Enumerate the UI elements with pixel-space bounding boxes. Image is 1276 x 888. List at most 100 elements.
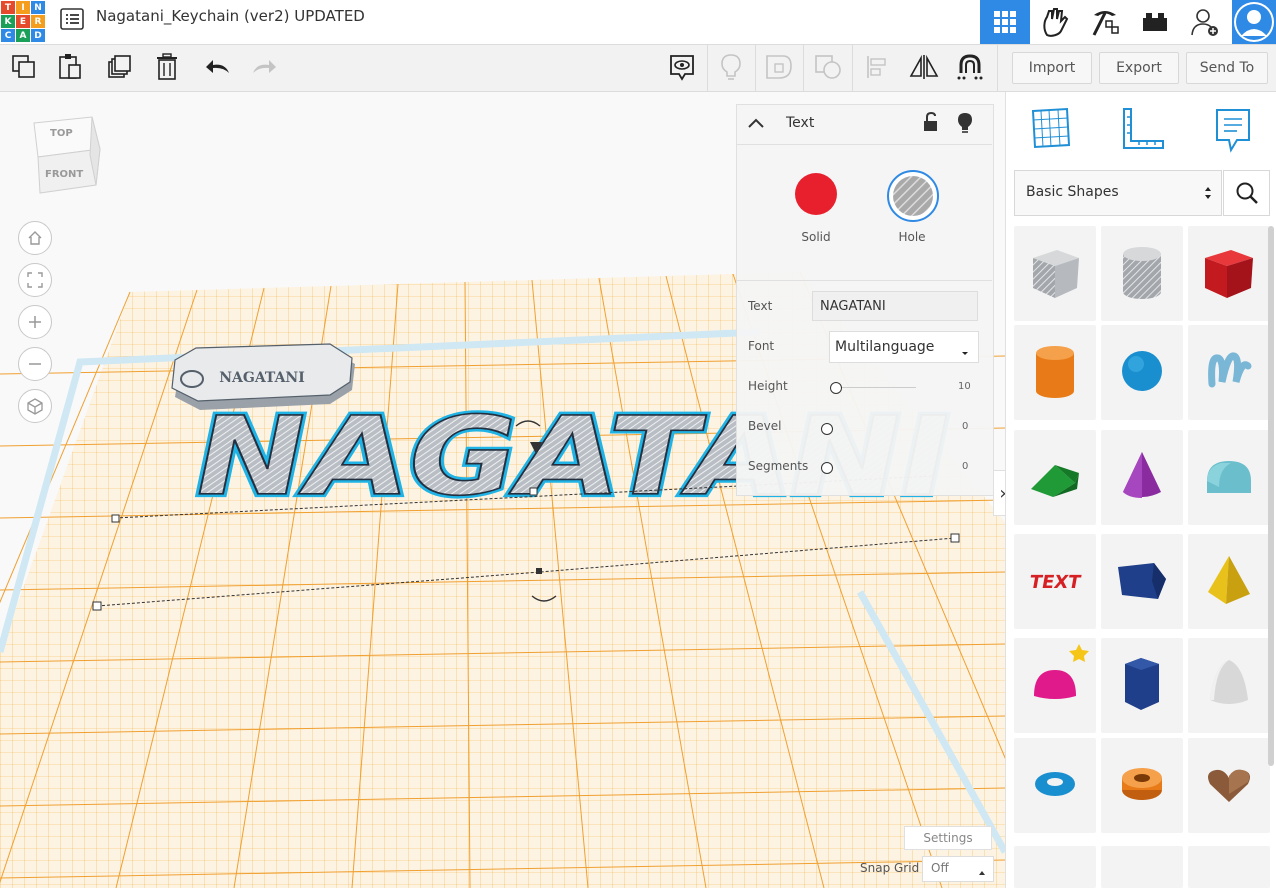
brick-icon[interactable] — [1130, 0, 1180, 44]
cylinder-icon — [1030, 341, 1080, 405]
ortho-icon[interactable] — [18, 389, 52, 423]
height-value: 10 — [958, 381, 971, 392]
shape-tile-sphere[interactable] — [1101, 325, 1183, 420]
snap-grid-select[interactable]: Off — [922, 856, 994, 882]
shape-tile-cone[interactable] — [1101, 430, 1183, 525]
search-icon[interactable] — [1223, 170, 1270, 216]
cylinder-hole-icon — [1117, 242, 1167, 306]
shape-tile-box-hole[interactable] — [1014, 226, 1096, 321]
redo-icon[interactable] — [242, 45, 286, 89]
logo-letter: E — [16, 15, 30, 28]
lightbulb-icon[interactable] — [956, 112, 974, 138]
align-icon[interactable] — [855, 45, 899, 89]
settings-button[interactable]: Settings — [904, 826, 992, 850]
collapse-chevron-icon[interactable] — [747, 115, 765, 134]
export-button[interactable]: Export — [1099, 52, 1179, 84]
view-cube[interactable]: TOP FRONT — [30, 115, 105, 195]
logo-letter: K — [1, 15, 15, 28]
viewcube-top-label: TOP — [50, 128, 73, 139]
text-icon: TEXT — [1027, 560, 1083, 604]
duplicate-icon[interactable] — [98, 45, 142, 89]
import-button[interactable]: Import — [1012, 52, 1092, 84]
group-icon[interactable] — [757, 45, 801, 89]
logo-letter: R — [31, 15, 45, 28]
polygon-icon — [1114, 555, 1170, 609]
delete-icon[interactable] — [145, 45, 189, 89]
hole-swatch[interactable] — [887, 170, 939, 222]
inspector-title: Text — [786, 115, 815, 131]
home-icon[interactable] — [18, 221, 52, 255]
bevel-field-label: Bevel — [748, 419, 782, 433]
shape-tile-partial[interactable] — [1188, 846, 1270, 888]
resize-handle[interactable] — [92, 601, 102, 611]
select-arrows-icon — [1203, 184, 1213, 206]
resize-handle[interactable] — [529, 487, 538, 496]
tube-icon — [1117, 764, 1167, 808]
notes-icon[interactable] — [1213, 107, 1253, 157]
shape-tile-partial[interactable] — [1014, 846, 1096, 888]
height-slider[interactable] — [832, 387, 916, 388]
shape-tile-torus[interactable] — [1014, 738, 1096, 833]
half-sphere-icon — [1030, 662, 1080, 710]
grid-view-icon[interactable] — [980, 0, 1030, 44]
undo-icon[interactable] — [196, 45, 240, 89]
hand-blocks-icon[interactable] — [1030, 0, 1080, 44]
document-title[interactable]: Nagatani_Keychain (ver2) UPDATED — [96, 7, 365, 25]
bevel-slider-knob[interactable] — [821, 423, 833, 435]
height-slider-knob[interactable] — [830, 382, 842, 394]
resize-handle[interactable] — [536, 568, 542, 574]
lightbulb-icon[interactable] — [709, 45, 753, 89]
shape-tile-polygon[interactable] — [1101, 534, 1183, 629]
paraboloid-icon — [1204, 656, 1254, 716]
shape-tile-text[interactable]: TEXT — [1014, 534, 1096, 629]
pyramid-icon — [1204, 552, 1254, 612]
scribble-icon — [1204, 346, 1254, 400]
segments-field-label: Segments — [748, 459, 809, 473]
shape-tile-cylinder-hole[interactable] — [1101, 226, 1183, 321]
segments-value: 0 — [962, 461, 969, 472]
shape-tile-heart[interactable] — [1188, 738, 1270, 833]
shapes-scrollbar[interactable] — [1268, 226, 1274, 766]
shape-tile-box[interactable] — [1188, 226, 1270, 321]
note-icon[interactable] — [660, 45, 704, 89]
zoom-in-icon[interactable] — [18, 305, 52, 339]
shape-tile-round-roof[interactable] — [1188, 430, 1270, 525]
paste-icon[interactable] — [48, 45, 92, 89]
zoom-out-icon[interactable] — [18, 347, 52, 381]
tinkercad-logo[interactable]: T I N K E R C A D — [0, 0, 46, 42]
resize-handle[interactable] — [111, 514, 120, 523]
unlock-icon[interactable] — [922, 111, 940, 136]
cone-icon — [1117, 448, 1167, 508]
solid-color-swatch[interactable] — [795, 173, 837, 215]
resize-handle[interactable] — [950, 533, 960, 543]
fit-icon[interactable] — [18, 263, 52, 297]
mirror-icon[interactable] — [902, 45, 946, 89]
text-input[interactable]: NAGATANI — [812, 291, 978, 321]
ruler-icon[interactable] — [1121, 107, 1165, 155]
shape-tile-hexagon[interactable] — [1101, 638, 1183, 733]
avatar[interactable] — [1232, 0, 1276, 44]
send-to-button[interactable]: Send To — [1186, 52, 1268, 84]
shape-tile-pyramid[interactable] — [1188, 534, 1270, 629]
logo-letter: C — [1, 29, 15, 42]
shape-tile-partial[interactable] — [1101, 846, 1183, 888]
menu-list-icon[interactable] — [60, 8, 84, 30]
ungroup-icon[interactable] — [806, 45, 850, 89]
workplane-icon[interactable] — [1029, 107, 1071, 153]
add-user-icon[interactable] — [1180, 0, 1230, 44]
shape-tile-roof[interactable] — [1014, 430, 1096, 525]
round-roof-icon — [1201, 451, 1257, 505]
hole-label: Hole — [898, 230, 926, 244]
segments-slider-knob[interactable] — [821, 462, 833, 474]
shape-tile-paraboloid[interactable] — [1188, 638, 1270, 733]
pickaxe-icon[interactable] — [1080, 0, 1130, 44]
copy-icon[interactable] — [2, 45, 46, 89]
shape-tile-scribble[interactable] — [1188, 325, 1270, 420]
logo-letter: D — [31, 29, 45, 42]
shape-category-select[interactable]: Basic Shapes — [1014, 170, 1222, 216]
shape-tile-cylinder[interactable] — [1014, 325, 1096, 420]
shape-tile-tube[interactable] — [1101, 738, 1183, 833]
font-select[interactable]: Multilanguage — [829, 331, 979, 363]
box-icon — [1201, 242, 1257, 306]
magnet-icon[interactable] — [948, 45, 992, 89]
